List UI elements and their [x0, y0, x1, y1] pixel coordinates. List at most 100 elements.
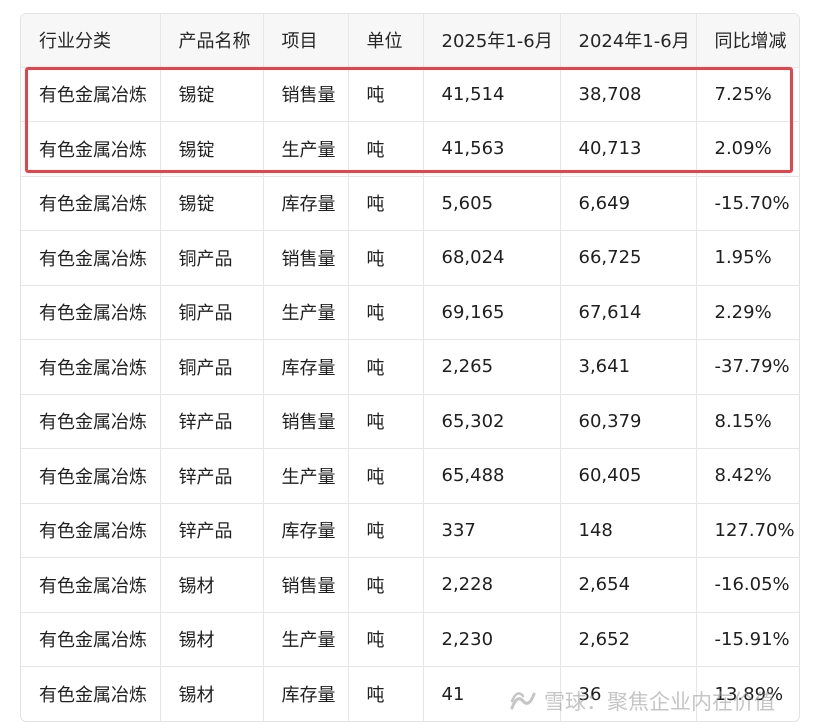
data-table-container: 行业分类 产品名称 项目 单位 2025年1-6月 2024年1-6月 同比增减… [20, 13, 800, 722]
cell-unit: 吨 [348, 666, 424, 721]
table-row: 有色金属冶炼 铜产品 生产量吨 69,165 67,614 2.29% [21, 285, 799, 340]
cell-yoy-change: -16.05% [696, 557, 799, 613]
cell-2025h1: 41,563 [423, 121, 561, 177]
header-item: 项目 [263, 14, 349, 68]
cell-2024h1: 2,654 [560, 557, 697, 613]
table-header-row: 行业分类 产品名称 项目 单位 2025年1-6月 2024年1-6月 同比增减 [21, 14, 799, 68]
cell-yoy-change: 7.25% [696, 67, 799, 122]
cell-2024h1: 2,652 [560, 612, 697, 667]
cell-2025h1: 41,514 [423, 67, 561, 122]
table-row: 有色金属冶炼 锡材 生产量吨 2,230 2,652 -15.91% [21, 612, 799, 667]
cell-industry: 有色金属冶炼 [21, 339, 161, 395]
cell-industry: 有色金属冶炼 [21, 612, 161, 667]
table-row: 有色金属冶炼 锡材 库存量吨 41 36 13.89% [21, 666, 799, 721]
cell-item: 库存量 [263, 339, 349, 395]
header-yoy-change: 同比增减 [696, 14, 799, 68]
cell-2025h1: 65,302 [423, 394, 561, 449]
cell-industry: 有色金属冶炼 [21, 67, 161, 122]
cell-unit: 吨 [348, 176, 424, 231]
header-product: 产品名称 [160, 14, 264, 68]
cell-item: 销售量 [263, 67, 349, 122]
cell-industry: 有色金属冶炼 [21, 285, 161, 340]
cell-product: 锡锭 [160, 67, 264, 122]
cell-unit: 吨 [348, 448, 424, 504]
cell-item: 销售量 [263, 557, 349, 613]
cell-item: 销售量 [263, 230, 349, 286]
cell-2025h1: 5,605 [423, 176, 561, 231]
cell-unit: 吨 [348, 394, 424, 449]
cell-yoy-change: 1.95% [696, 230, 799, 286]
cell-industry: 有色金属冶炼 [21, 230, 161, 286]
table-row: 有色金属冶炼 锌产品 销售量吨 65,302 60,379 8.15% [21, 394, 799, 449]
cell-product: 铜产品 [160, 285, 264, 340]
table-row: 有色金属冶炼 锌产品 生产量吨 65,488 60,405 8.42% [21, 448, 799, 504]
cell-item: 库存量 [263, 503, 349, 558]
cell-item: 生产量 [263, 612, 349, 667]
table-row: 有色金属冶炼 锡锭 生产量吨 41,563 40,713 2.09% [21, 121, 799, 177]
cell-industry: 有色金属冶炼 [21, 394, 161, 449]
cell-product: 锡锭 [160, 121, 264, 177]
table-row: 有色金属冶炼 锌产品 库存量吨 337 148 127.70% [21, 503, 799, 558]
cell-yoy-change: 2.29% [696, 285, 799, 340]
cell-unit: 吨 [348, 612, 424, 667]
cell-2025h1: 2,265 [423, 339, 561, 395]
table-row: 有色金属冶炼 铜产品 库存量吨 2,265 3,641 -37.79% [21, 339, 799, 395]
cell-unit: 吨 [348, 339, 424, 395]
cell-2025h1: 68,024 [423, 230, 561, 286]
cell-industry: 有色金属冶炼 [21, 176, 161, 231]
header-2024h1: 2024年1-6月 [560, 14, 697, 68]
cell-item: 库存量 [263, 666, 349, 721]
cell-product: 铜产品 [160, 230, 264, 286]
cell-product: 锡锭 [160, 176, 264, 231]
cell-yoy-change: 127.70% [696, 503, 799, 558]
cell-industry: 有色金属冶炼 [21, 503, 161, 558]
cell-2024h1: 3,641 [560, 339, 697, 395]
cell-product: 锌产品 [160, 394, 264, 449]
cell-product: 锌产品 [160, 448, 264, 504]
cell-unit: 吨 [348, 285, 424, 340]
cell-2024h1: 66,725 [560, 230, 697, 286]
cell-yoy-change: 8.15% [696, 394, 799, 449]
cell-2025h1: 41 [423, 666, 561, 721]
header-industry: 行业分类 [21, 14, 161, 68]
cell-product: 锡材 [160, 666, 264, 721]
cell-yoy-change: -37.79% [696, 339, 799, 395]
production-sales-table: 行业分类 产品名称 项目 单位 2025年1-6月 2024年1-6月 同比增减… [21, 14, 799, 721]
cell-yoy-change: -15.70% [696, 176, 799, 231]
cell-item: 销售量 [263, 394, 349, 449]
cell-2025h1: 65,488 [423, 448, 561, 504]
cell-2024h1: 6,649 [560, 176, 697, 231]
cell-yoy-change: 13.89% [714, 683, 784, 705]
header-unit: 单位 [348, 14, 424, 68]
cell-unit: 吨 [348, 230, 424, 286]
header-2025h1: 2025年1-6月 [423, 14, 561, 68]
cell-unit: 吨 [348, 503, 424, 558]
cell-unit: 吨 [348, 67, 424, 122]
cell-2024h1: 67,614 [560, 285, 697, 340]
cell-industry: 有色金属冶炼 [21, 121, 161, 177]
cell-item: 生产量 [263, 285, 349, 340]
cell-2024h1: 40,713 [560, 121, 697, 177]
cell-2025h1: 2,228 [423, 557, 561, 613]
cell-product: 锌产品 [160, 503, 264, 558]
cell-2024h1: 36 [560, 666, 697, 721]
cell-industry: 有色金属冶炼 [21, 448, 161, 504]
cell-2025h1: 69,165 [423, 285, 561, 340]
cell-2024h1: 38,708 [560, 67, 697, 122]
cell-2024h1: 148 [560, 503, 697, 558]
cell-item: 库存量 [263, 176, 349, 231]
cell-yoy-change: 2.09% [696, 121, 799, 177]
cell-2024h1: 60,405 [560, 448, 697, 504]
table-row: 有色金属冶炼 锡材 销售量吨 2,228 2,654 -16.05% [21, 557, 799, 613]
cell-item: 生产量 [263, 448, 349, 504]
table-body: 有色金属冶炼 锡锭 销售量吨 41,514 38,708 7.25% 有色金属冶炼 锡锭 生产量… [21, 67, 799, 721]
cell-industry: 有色金属冶炼 [21, 666, 161, 721]
cell-product: 锡材 [160, 557, 264, 613]
cell-2024h1: 60,379 [560, 394, 697, 449]
cell-yoy-change: -15.91% [696, 612, 799, 667]
cell-product: 铜产品 [160, 339, 264, 395]
cell-unit: 吨 [348, 557, 424, 613]
cell-product: 锡材 [160, 612, 264, 667]
cell-yoy-change: 8.42% [696, 448, 799, 504]
cell-item: 生产量 [263, 121, 349, 177]
